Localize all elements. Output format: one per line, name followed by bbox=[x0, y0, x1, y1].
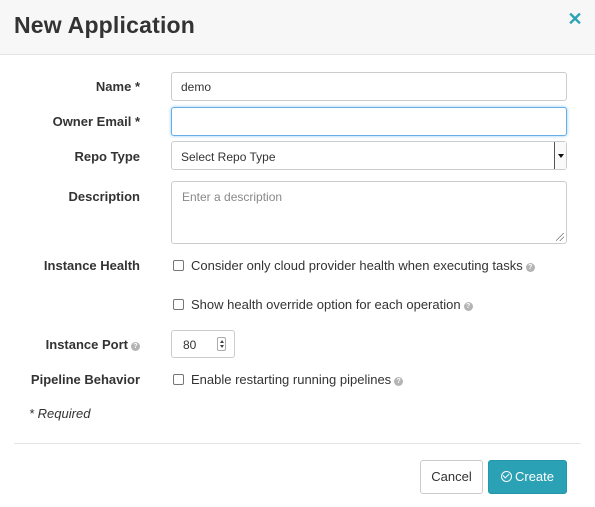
modal-header: New Application ✕ bbox=[0, 0, 595, 55]
cloud-provider-health-checkbox[interactable] bbox=[173, 260, 184, 271]
owner-email-input[interactable] bbox=[171, 107, 567, 136]
instance-health-label: Instance Health bbox=[43, 258, 140, 273]
help-icon[interactable]: ? bbox=[463, 302, 473, 311]
pipeline-behavior-label: Pipeline Behavior bbox=[30, 372, 140, 387]
health-override-option[interactable]: Show health override option for each ope… bbox=[173, 297, 473, 312]
repo-type-select[interactable]: Select Repo Type bbox=[171, 141, 567, 170]
required-note: * Required bbox=[29, 406, 91, 421]
check-circle-icon bbox=[500, 471, 512, 482]
resize-grip-icon[interactable] bbox=[556, 233, 564, 241]
close-icon[interactable]: ✕ bbox=[567, 10, 583, 28]
description-placeholder: Enter a description bbox=[182, 190, 283, 204]
name-input[interactable] bbox=[171, 72, 567, 101]
description-textarea[interactable]: Enter a description bbox=[171, 181, 567, 244]
create-button[interactable]: Create bbox=[488, 460, 567, 494]
repo-type-selected: Select Repo Type bbox=[181, 150, 276, 164]
chevron-down-icon bbox=[554, 142, 566, 169]
owner-email-label: Owner Email * bbox=[52, 114, 140, 129]
cloud-provider-health-option[interactable]: Consider only cloud provider health when… bbox=[173, 258, 535, 273]
cancel-button[interactable]: Cancel bbox=[420, 460, 483, 494]
instance-port-input[interactable]: 80 bbox=[171, 330, 235, 358]
restart-pipelines-option[interactable]: Enable restarting running pipelines? bbox=[173, 372, 404, 387]
instance-port-value: 80 bbox=[183, 338, 197, 352]
stepper-icon[interactable] bbox=[217, 337, 226, 351]
restart-pipelines-checkbox[interactable] bbox=[173, 374, 184, 385]
cloud-provider-health-text: Consider only cloud provider health when… bbox=[191, 258, 523, 273]
footer-divider bbox=[14, 443, 581, 444]
help-icon[interactable]: ? bbox=[131, 342, 140, 351]
help-icon[interactable]: ? bbox=[394, 377, 404, 386]
help-icon[interactable]: ? bbox=[525, 263, 535, 272]
health-override-checkbox[interactable] bbox=[173, 299, 184, 310]
repo-type-label: Repo Type bbox=[74, 149, 141, 164]
description-label: Description bbox=[68, 189, 140, 204]
instance-port-label-text: Instance Port bbox=[45, 337, 128, 352]
restart-pipelines-text: Enable restarting running pipelines bbox=[191, 372, 392, 387]
instance-port-label: Instance Port? bbox=[46, 337, 140, 352]
create-button-label: Create bbox=[514, 469, 555, 484]
modal-title: New Application bbox=[14, 12, 196, 38]
name-label: Name * bbox=[95, 79, 140, 94]
health-override-text: Show health override option for each ope… bbox=[191, 297, 461, 312]
